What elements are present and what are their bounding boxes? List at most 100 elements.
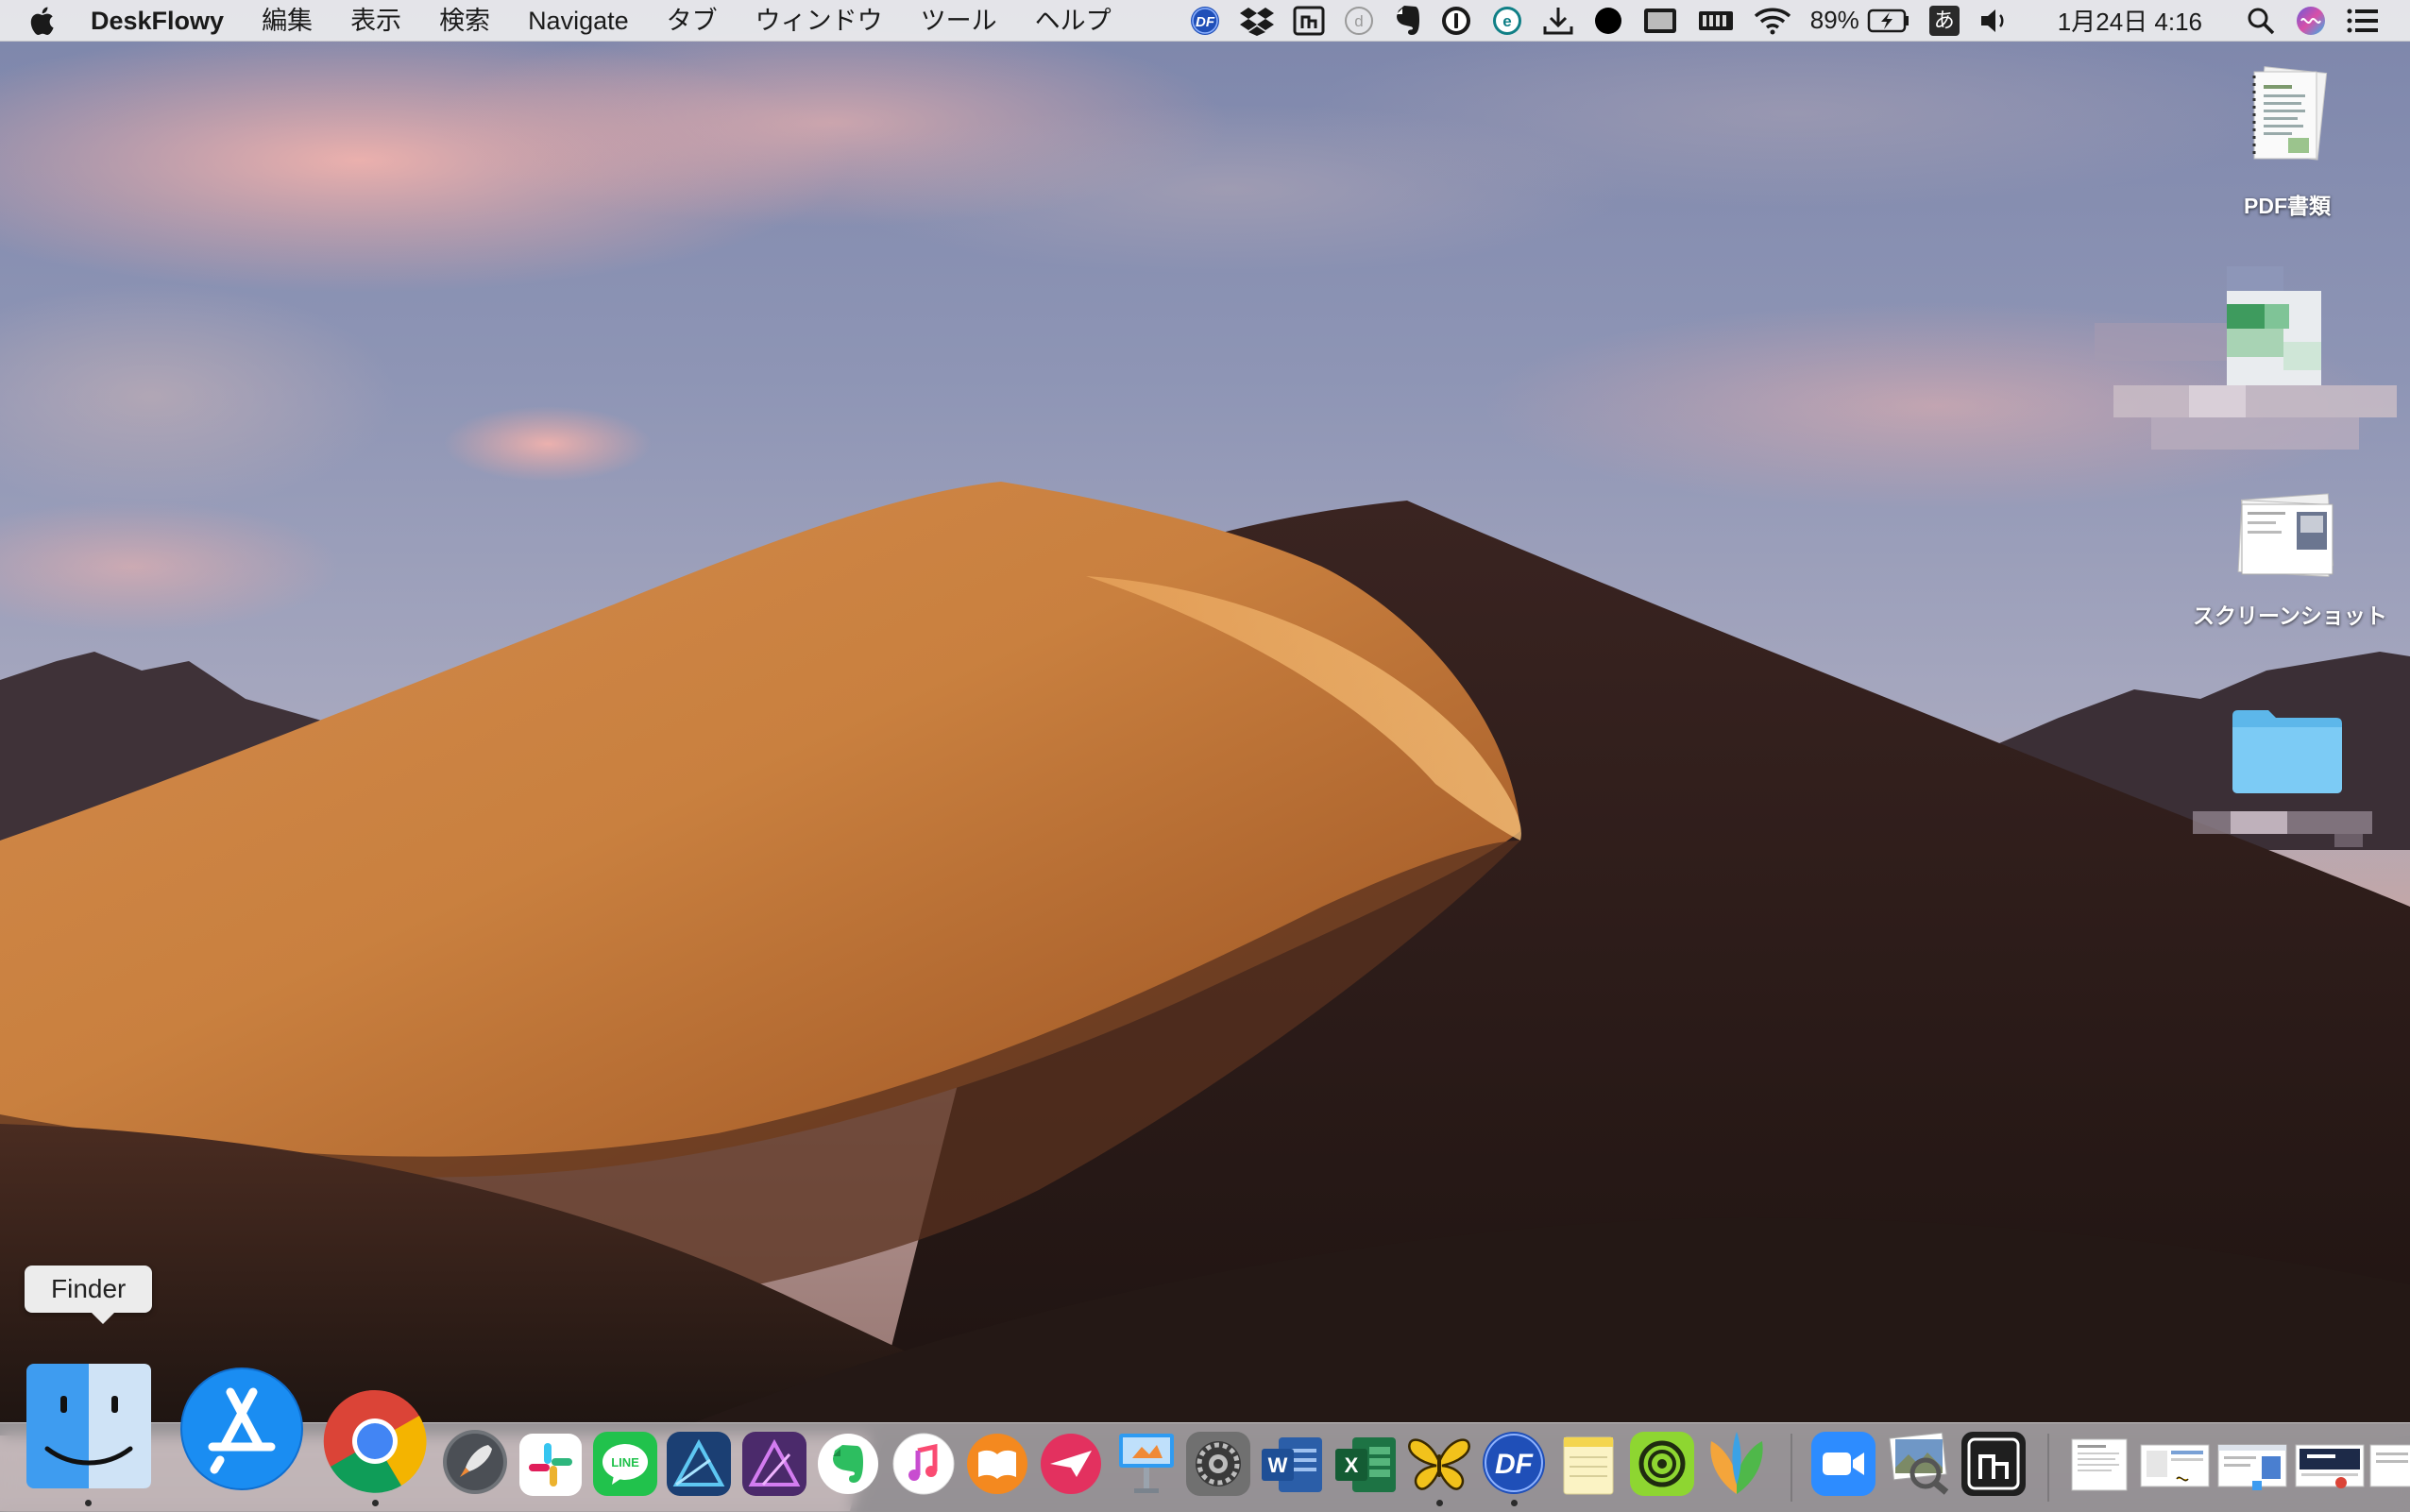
notes-icon	[1563, 1436, 1614, 1495]
green-swirl-icon	[1630, 1432, 1694, 1496]
dock-app-system-preferences[interactable]	[1184, 1428, 1252, 1496]
dock-tooltip: Finder	[25, 1266, 153, 1324]
preview-icon	[1889, 1432, 1949, 1495]
folder-icon	[2232, 710, 2342, 793]
redacted-folder-label	[2193, 802, 2382, 847]
dock-app-books[interactable]	[963, 1428, 1031, 1496]
line-icon: LINE	[593, 1432, 657, 1496]
zoom-video-icon	[1811, 1432, 1875, 1496]
display-icon[interactable]	[1642, 0, 1678, 42]
menu-edit[interactable]: 編集	[243, 0, 331, 42]
dock-app-evernote[interactable]	[814, 1428, 882, 1496]
dock-app-deskflowy[interactable]: DF	[1479, 1426, 1549, 1496]
dock-minimized-window-4[interactable]	[2293, 1432, 2367, 1494]
svg-text:e: e	[1502, 12, 1511, 30]
menu-navigate[interactable]: Navigate	[509, 0, 648, 42]
siri-icon[interactable]	[2295, 0, 2327, 42]
clock[interactable]: 1月24日 4:16	[2058, 0, 2202, 42]
download-icon[interactable]	[1542, 0, 1574, 42]
desktop-icon-folder[interactable]	[2193, 703, 2382, 847]
mindnode-leaf-icon	[1710, 1432, 1763, 1494]
apple-menu-icon[interactable]	[28, 4, 57, 38]
wifi-icon[interactable]	[1754, 0, 1791, 42]
nimbus-icon[interactable]	[1293, 0, 1325, 42]
dock-separator	[1791, 1434, 1792, 1502]
desktop-icon-pdf[interactable]: PDF書類	[2193, 62, 2382, 220]
onepassword-icon[interactable]	[1440, 0, 1472, 42]
desktop-icon-label: スクリーンショット	[2193, 603, 2387, 628]
dock-app-line[interactable]: LINE	[591, 1428, 659, 1496]
app-store-icon	[180, 1368, 303, 1490]
e-circle-icon[interactable]: e	[1491, 0, 1523, 42]
clock-text: 1月24日 4:16	[2057, 8, 2202, 36]
dock-app-notes[interactable]	[1554, 1428, 1622, 1496]
dock-app-nimbus[interactable]	[1959, 1426, 2028, 1496]
dock-minimized-window-3[interactable]	[2215, 1432, 2289, 1494]
memory-icon[interactable]	[1697, 0, 1735, 42]
dock-app-keynote[interactable]	[1111, 1424, 1182, 1496]
dock-app-finder[interactable]	[23, 1358, 155, 1490]
excel-icon: X	[1335, 1437, 1396, 1492]
dropbox-icon[interactable]	[1239, 0, 1274, 42]
dock-separator	[2047, 1434, 2049, 1502]
dock-app-slack[interactable]	[518, 1430, 584, 1496]
battery-charging-icon	[1867, 8, 1909, 32]
running-indicator-chrome	[372, 1500, 379, 1506]
spotlight-search-icon[interactable]	[2246, 0, 2276, 42]
svg-text:DF: DF	[1495, 1449, 1534, 1480]
nimbus-app-icon	[1961, 1432, 2026, 1496]
dock-app-mindnode[interactable]	[1702, 1424, 1772, 1496]
deskflowy-menu-icon[interactable]: DF	[1189, 0, 1221, 42]
desktop-wallpaper	[0, 0, 2410, 1511]
dock-app-zoom[interactable]	[1809, 1428, 1877, 1496]
dock-app-launchpad[interactable]	[440, 1426, 510, 1496]
dock-minimized-window-1[interactable]	[2068, 1432, 2130, 1494]
dock-app-excel[interactable]: X	[1332, 1428, 1400, 1496]
running-indicator-deskflowy	[1511, 1500, 1518, 1506]
d-circle-icon[interactable]: d	[1344, 0, 1374, 42]
svg-text:X: X	[1345, 1453, 1359, 1477]
dock-app-preview[interactable]	[1883, 1426, 1953, 1496]
menu-tab[interactable]: タブ	[648, 0, 737, 42]
dock-app-word[interactable]: W	[1258, 1428, 1326, 1496]
finder-icon	[26, 1364, 151, 1488]
evernote-icon[interactable]	[1393, 0, 1421, 42]
menu-tools[interactable]: ツール	[902, 0, 1016, 42]
menu-app-name[interactable]: DeskFlowy	[91, 0, 243, 42]
window-thumbnail-icon	[2369, 1444, 2410, 1487]
input-method-indicator[interactable]: あ	[1928, 0, 1960, 42]
volume-icon[interactable]	[1978, 0, 2011, 42]
books-icon	[967, 1434, 1027, 1494]
battery-status[interactable]: 89%	[1810, 0, 1910, 42]
black-circle-icon[interactable]	[1593, 0, 1623, 42]
desktop-icon-redacted-file[interactable]	[2095, 266, 2397, 465]
menu-help[interactable]: ヘルプ	[1016, 0, 1130, 42]
menu-view[interactable]: 表示	[331, 0, 420, 42]
dock-app-airmail[interactable]	[1037, 1428, 1105, 1496]
desktop-icon-screenshots[interactable]: スクリーンショット	[2193, 491, 2387, 630]
notification-center-icon[interactable]	[2346, 0, 2380, 42]
dock-app-app-store[interactable]	[176, 1360, 308, 1492]
window-thumbnail-icon	[2071, 1438, 2128, 1491]
dock-minimized-window-5[interactable]	[2368, 1432, 2410, 1494]
slack-icon	[519, 1434, 582, 1496]
dock-app-chrome[interactable]	[319, 1383, 431, 1494]
dock-app-itunes[interactable]	[890, 1428, 958, 1496]
itunes-music-icon	[892, 1433, 955, 1495]
input-method-label: あ	[1928, 5, 1960, 36]
battery-percent: 89%	[1809, 6, 1859, 34]
menu-window[interactable]: ウィンドウ	[737, 0, 902, 42]
menu-search[interactable]: 検索	[420, 0, 509, 42]
gear-icon	[1186, 1432, 1250, 1496]
dock-app-swirl[interactable]	[1628, 1428, 1696, 1496]
dock-app-butterfly[interactable]	[1405, 1428, 1473, 1496]
word-icon: W	[1262, 1437, 1322, 1492]
window-thumbnail-icon	[2217, 1444, 2287, 1490]
svg-text:W: W	[1268, 1453, 1288, 1477]
desktop-icon-label: PDF書類	[2244, 194, 2331, 218]
butterfly-icon	[1408, 1438, 1470, 1490]
window-thumbnail-icon	[2140, 1444, 2210, 1487]
dock-app-affinity-photo[interactable]	[740, 1428, 808, 1496]
dock-app-affinity-designer[interactable]	[665, 1428, 733, 1496]
dock-minimized-window-2[interactable]	[2138, 1432, 2212, 1494]
